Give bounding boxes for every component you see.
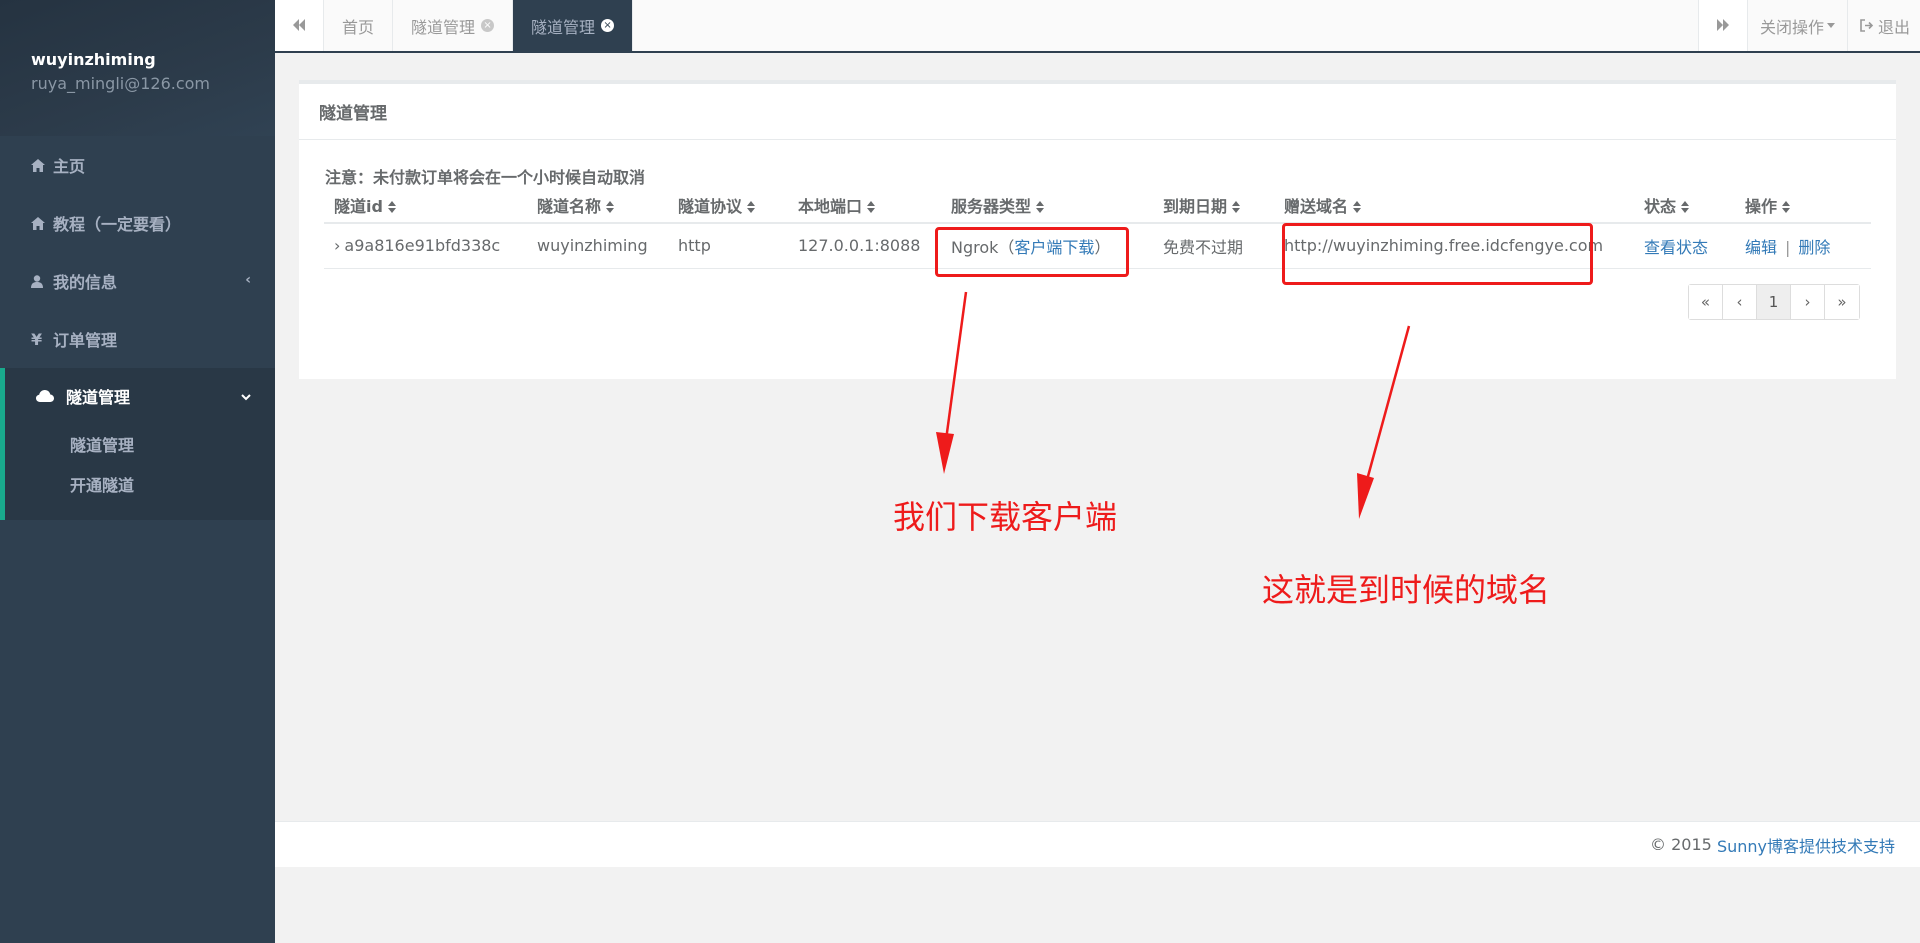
sunny-blog-link[interactable]: Sunny博客提供技术支持 — [1717, 833, 1895, 857]
footer: © 2015 Sunny博客提供技术支持 — [275, 821, 1920, 867]
annotation-arrow-domain — [1357, 325, 1411, 519]
bottom-area — [275, 867, 1920, 943]
annotation-text-domain: 这就是到时候的域名 — [1262, 571, 1551, 609]
annotation-arrow-download — [936, 291, 968, 474]
annotation-text-download: 我们下载客户端 — [893, 498, 1118, 536]
copyright-text: © 2015 — [1650, 835, 1712, 854]
annotation-arrows — [936, 291, 1411, 519]
